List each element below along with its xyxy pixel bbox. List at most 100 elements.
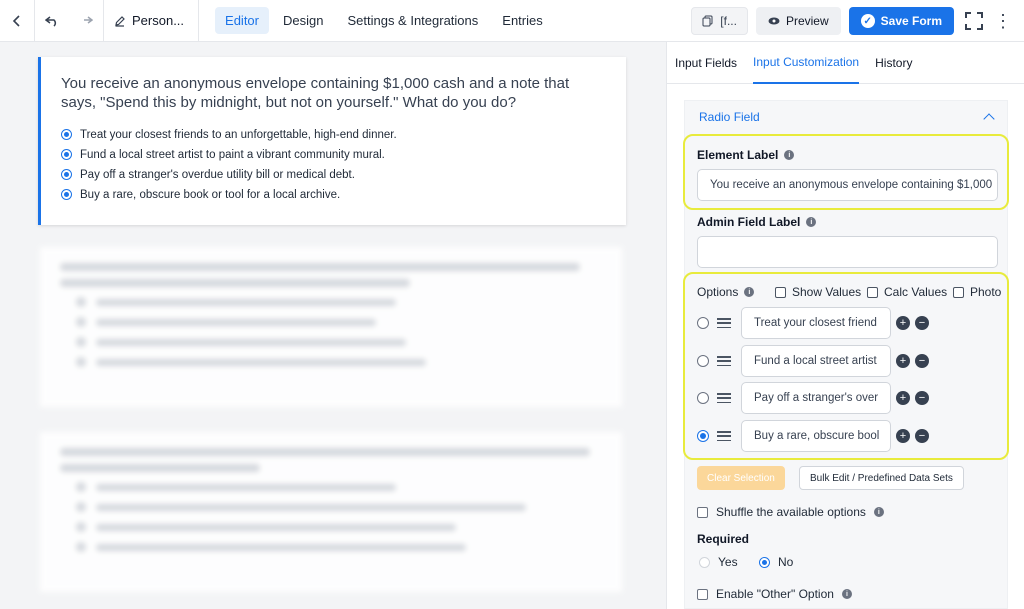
radio-field-header[interactable]: Radio Field	[685, 101, 1007, 133]
photo-checkbox[interactable]: Photo	[953, 285, 1001, 299]
admin-label-heading: Admin Field Label i	[697, 215, 817, 229]
nav-entries[interactable]: Entries	[492, 7, 552, 34]
nav-settings-integrations[interactable]: Settings & Integrations	[337, 7, 488, 34]
admin-label-text: Admin Field Label	[697, 215, 801, 229]
checkbox-icon	[867, 286, 878, 298]
fullscreen-icon[interactable]	[962, 9, 986, 33]
shortcode-label: [f...	[720, 14, 737, 28]
options-heading: Options i	[697, 285, 755, 299]
radio-icon	[699, 556, 710, 568]
preview-label: Preview	[785, 14, 829, 28]
remove-option-icon[interactable]: −	[915, 316, 929, 330]
admin-field-label-input[interactable]	[697, 236, 998, 268]
section-title: Radio Field	[699, 110, 760, 124]
info-icon: i	[806, 217, 817, 227]
option-row: Fund a local street artist + −	[697, 345, 929, 377]
calc-values-checkbox[interactable]: Calc Values	[867, 285, 947, 299]
default-radio[interactable]	[697, 392, 709, 404]
remove-option-icon[interactable]: −	[915, 391, 929, 405]
shortcode-button[interactable]: [f...	[691, 7, 748, 35]
required-heading: Required	[697, 532, 749, 546]
question-title: You receive an anonymous envelope contai…	[61, 75, 570, 111]
option-row: Pay off a stranger's over + −	[697, 382, 929, 414]
default-radio[interactable]	[697, 355, 709, 367]
info-icon: i	[841, 589, 852, 599]
undo-icon[interactable]	[35, 0, 69, 42]
more-menu-icon[interactable]: ⋮	[994, 12, 1012, 30]
option-label: Buy a rare, obscure book or tool for a l…	[80, 188, 341, 201]
add-option-icon[interactable]: +	[896, 429, 910, 443]
form-canvas: You receive an anonymous envelope contai…	[0, 42, 666, 609]
checkbox-icon	[775, 286, 786, 298]
save-form-button[interactable]: ✓ Save Form	[848, 7, 954, 35]
settings-sidebar: Input Fields Input Customization History…	[666, 42, 1024, 609]
drag-handle-icon[interactable]	[717, 431, 731, 441]
bulk-edit-button[interactable]: Bulk Edit / Predefined Data Sets	[799, 466, 964, 490]
sidebar-tabs: Input Fields Input Customization History	[667, 42, 1024, 84]
drag-handle-icon[interactable]	[717, 356, 731, 366]
form-title-text: Person...	[132, 13, 185, 28]
radio-button-icon	[61, 129, 72, 140]
top-bar: Person... Editor Design Settings & Integ…	[0, 0, 1024, 42]
nav-design[interactable]: Design	[273, 7, 333, 34]
top-actions: [f... Preview ✓ Save Form ⋮	[691, 0, 1012, 42]
option-input[interactable]: Buy a rare, obscure bool	[741, 420, 891, 452]
add-option-icon[interactable]: +	[896, 391, 910, 405]
clear-selection-button[interactable]: Clear Selection	[697, 466, 785, 490]
checkbox-icon	[697, 588, 708, 600]
question-option[interactable]: Fund a local street artist to paint a vi…	[61, 145, 606, 165]
preview-button[interactable]: Preview	[755, 7, 841, 35]
tab-history[interactable]: History	[875, 42, 912, 84]
required-no-radio[interactable]: No	[759, 555, 793, 569]
back-chevron-icon[interactable]	[0, 0, 34, 42]
option-label: Fund a local street artist to paint a vi…	[80, 148, 385, 161]
radio-question-card[interactable]: You receive an anonymous envelope contai…	[38, 57, 626, 225]
show-values-checkbox[interactable]: Show Values	[775, 285, 861, 299]
tab-input-customization[interactable]: Input Customization	[753, 42, 860, 84]
radio-button-icon	[61, 169, 72, 180]
options-label: Options	[697, 285, 739, 299]
info-icon: i	[784, 150, 795, 160]
option-row: Treat your closest friend + −	[697, 307, 929, 339]
default-radio[interactable]	[697, 317, 709, 329]
required-label: Required	[697, 532, 750, 546]
required-yes-radio[interactable]: Yes	[699, 555, 738, 569]
drag-handle-icon[interactable]	[717, 393, 731, 403]
drag-handle-icon[interactable]	[717, 318, 731, 328]
question-option[interactable]: Buy a rare, obscure book or tool for a l…	[61, 185, 606, 205]
main-nav: Editor Design Settings & Integrations En…	[215, 7, 553, 34]
tab-input-fields[interactable]: Input Fields	[675, 42, 737, 84]
option-input[interactable]: Pay off a stranger's over	[741, 382, 891, 414]
eye-icon	[768, 17, 780, 25]
enable-other-option-checkbox[interactable]: Enable "Other" Option i	[697, 587, 852, 601]
copy-icon	[702, 15, 713, 27]
shuffle-options-checkbox[interactable]: Shuffle the available options i	[697, 505, 884, 519]
radio-selected-icon	[759, 556, 770, 568]
option-input[interactable]: Treat your closest friend	[741, 307, 891, 339]
element-label-text: Element Label	[697, 148, 779, 162]
question-option[interactable]: Pay off a stranger's overdue utility bil…	[61, 165, 606, 185]
remove-option-icon[interactable]: −	[915, 429, 929, 443]
enable-other-label: Enable "Other" Option	[716, 587, 834, 601]
shuffle-label: Shuffle the available options	[716, 505, 866, 519]
radio-button-icon	[61, 189, 72, 200]
option-input[interactable]: Fund a local street artist	[741, 345, 891, 377]
no-label: No	[778, 555, 794, 569]
save-label: Save Form	[880, 14, 942, 28]
yes-label: Yes	[718, 555, 738, 569]
info-icon: i	[744, 287, 755, 297]
info-icon: i	[873, 507, 884, 517]
element-label-input[interactable]: You receive an anonymous envelope contai…	[697, 169, 998, 201]
blurred-question-card	[40, 247, 622, 407]
remove-option-icon[interactable]: −	[915, 354, 929, 368]
question-option[interactable]: Treat your closest friends to an unforge…	[61, 125, 606, 145]
element-label-heading: Element Label i	[697, 148, 795, 162]
add-option-icon[interactable]: +	[896, 354, 910, 368]
default-radio-selected[interactable]	[697, 430, 709, 442]
redo-icon[interactable]	[69, 0, 103, 42]
radio-button-icon	[61, 149, 72, 160]
calc-values-label: Calc Values	[884, 285, 948, 299]
form-title[interactable]: Person...	[104, 0, 200, 42]
add-option-icon[interactable]: +	[896, 316, 910, 330]
nav-editor[interactable]: Editor	[215, 7, 269, 34]
